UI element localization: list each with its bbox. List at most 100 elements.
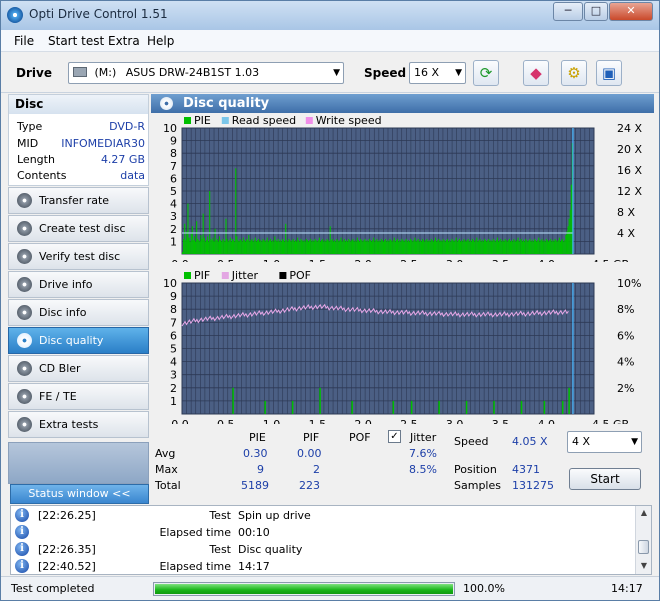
pie-bar	[313, 241, 315, 254]
scroll-thumb[interactable]	[638, 540, 649, 554]
disc-icon	[17, 333, 32, 348]
x-tick-label: 4.0	[537, 258, 555, 262]
close-button[interactable]: ✕	[609, 2, 653, 21]
pie-bar	[428, 240, 430, 254]
maximize-button[interactable]: □	[584, 2, 608, 21]
pie-bar	[360, 238, 362, 254]
pie-bar	[335, 241, 337, 254]
speed-select[interactable]: 16 X ▼	[409, 62, 466, 84]
pie-bar	[515, 241, 517, 254]
pie-bar	[297, 237, 299, 254]
pie-bar	[513, 238, 515, 254]
erase-button[interactable]: ◆	[523, 60, 549, 86]
speed-label: Speed	[364, 66, 407, 80]
sidebar-item-fe-te[interactable]: FE / TE	[8, 383, 149, 410]
minimize-button[interactable]: ─	[553, 2, 583, 21]
eraser-icon: ◆	[530, 64, 542, 82]
sidebar-item-label: Disc info	[39, 306, 87, 319]
pie-bar	[425, 240, 427, 254]
progress-fill	[155, 584, 453, 594]
pie-bar	[392, 240, 394, 254]
pie-bar	[423, 240, 425, 254]
pie-bar	[259, 241, 261, 254]
pie-bar	[310, 238, 312, 254]
x-tick-label: 3.5	[492, 258, 510, 262]
menu-extra[interactable]: Extra	[108, 34, 140, 48]
menu-file[interactable]: File	[14, 34, 34, 48]
pie-bar	[307, 241, 310, 254]
pie-bar	[202, 213, 204, 254]
start-button[interactable]: Start	[569, 468, 641, 490]
jitter-checkbox[interactable]: ✓	[388, 430, 401, 443]
pif-bar	[543, 400, 546, 414]
pie-bar	[314, 238, 316, 254]
chevron-down-icon: ▼	[631, 437, 638, 447]
menu-start-test[interactable]: Start test	[48, 34, 104, 48]
scroll-down-icon[interactable]: ▼	[638, 561, 650, 571]
pie-bar	[499, 240, 501, 254]
pie-bar	[537, 240, 539, 254]
pie-bar	[544, 241, 546, 254]
sidebar-item-verify-test-disc[interactable]: Verify test disc	[8, 243, 149, 270]
disc-value: INFOMEDIAR30	[61, 137, 145, 150]
sidebar-item-drive-info[interactable]: Drive info	[8, 271, 149, 298]
sidebar-item-extra-tests[interactable]: Extra tests	[8, 411, 149, 438]
pie-bar	[293, 241, 295, 254]
pie-bar	[451, 238, 453, 254]
sidebar-item-cd-bler[interactable]: CD Bler	[8, 355, 149, 382]
stats-header-pif: PIF	[303, 431, 320, 444]
drive-letter: (M:)	[94, 66, 117, 79]
sidebar-item-disc-quality[interactable]: Disc quality	[8, 327, 149, 354]
pie-bar	[527, 241, 529, 254]
pie-bar	[280, 241, 282, 254]
pie-bar	[357, 240, 360, 254]
pie-bar	[484, 240, 487, 254]
pie-bar	[340, 237, 342, 254]
pie-bar	[427, 241, 429, 254]
pie-bar	[286, 240, 288, 254]
legend-swatch	[221, 117, 229, 124]
pie-bar	[563, 241, 565, 254]
sidebar-item-disc-info[interactable]: Disc info	[8, 299, 149, 326]
pie-bar	[420, 241, 422, 254]
save-button[interactable]: ▣	[596, 60, 622, 86]
settings-button[interactable]: ⚙	[561, 60, 587, 86]
scroll-up-icon[interactable]: ▲	[638, 508, 650, 518]
pie-bar	[401, 238, 403, 254]
pie-bar	[533, 238, 535, 254]
app-disc-icon	[7, 7, 23, 23]
sidebar-item-create-test-disc[interactable]: Create test disc	[8, 215, 149, 242]
pie-bar	[216, 238, 218, 254]
x-tick-label: 4.5 GB	[592, 258, 629, 262]
pie-bar	[210, 238, 212, 254]
pie-bar	[312, 240, 314, 254]
pie-bar	[390, 240, 392, 254]
chevron-down-icon: ▼	[455, 68, 462, 78]
pie-bar	[231, 238, 234, 254]
status-window-toggle[interactable]: Status window <<	[10, 484, 149, 504]
menu-help[interactable]: Help	[147, 34, 174, 48]
sidebar-item-label: CD Bler	[39, 362, 81, 375]
gear-icon: ⚙	[567, 64, 581, 82]
pie-bar	[463, 238, 465, 254]
disc-key: MID	[17, 137, 39, 150]
disc-icon	[17, 249, 32, 264]
log-scrollbar[interactable]: ▲ ▼	[635, 506, 651, 574]
log-value: 14:17	[238, 560, 270, 573]
sidebar-item-label: FE / TE	[39, 390, 77, 403]
pie-bar	[348, 238, 350, 254]
refresh-button[interactable]: ⟳	[473, 60, 499, 86]
log-row: i [22:26.25] Test Spin up drive	[11, 507, 631, 524]
legend-swatch	[279, 272, 287, 279]
sidebar-item-transfer-rate[interactable]: Transfer rate	[8, 187, 149, 214]
pie-bar	[431, 240, 433, 254]
drive-select[interactable]: (M:) ASUS DRW-24B1ST 1.03 ▼	[68, 62, 344, 84]
y-tick-label: 9	[170, 290, 177, 303]
log-row: i [22:40.52] Elapsed time 14:17	[11, 558, 631, 574]
pie-bar	[183, 238, 185, 254]
test-speed-select[interactable]: 4 X ▼	[567, 431, 642, 453]
sidebar-item-label: Verify test disc	[39, 250, 121, 263]
log-time: [22:26.35]	[38, 543, 96, 556]
pie-bar	[341, 241, 343, 254]
pie-bar	[536, 241, 538, 254]
